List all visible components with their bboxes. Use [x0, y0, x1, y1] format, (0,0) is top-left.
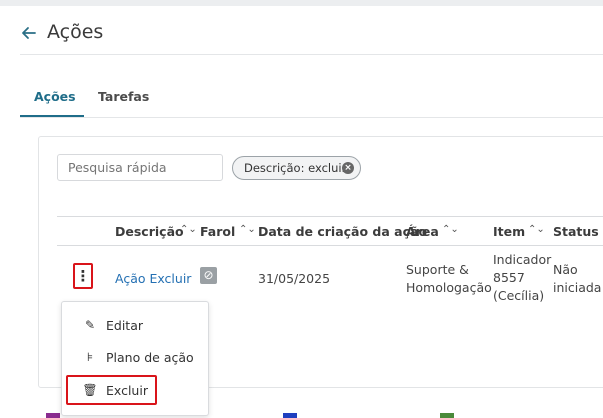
search-input[interactable]	[57, 154, 223, 181]
back-arrow-icon[interactable]	[20, 24, 38, 42]
sort-icon[interactable]: ⌃⌄	[528, 224, 545, 235]
excluir-highlight-box	[66, 375, 157, 405]
row-item-line: (Cecília)	[493, 288, 545, 303]
table-header-bottom-line	[57, 245, 603, 246]
legend-swatch	[440, 413, 454, 418]
filter-chip-label: Descrição: excluir	[244, 161, 347, 175]
row-item: Indicador 8557 (Cecília)	[493, 251, 551, 305]
row-data: 31/05/2025	[258, 271, 331, 286]
row-area: Suporte & Homologação	[406, 261, 492, 297]
legend-swatch	[46, 413, 60, 418]
sort-icon[interactable]: ⌃⌄	[239, 224, 256, 235]
legend-swatch	[283, 413, 297, 418]
tabs-divider	[20, 117, 603, 118]
menu-item-plano-de-acao[interactable]: ⊧ Plano de ação	[82, 347, 194, 367]
sort-icon[interactable]: ⌃⌄	[442, 224, 459, 235]
pencil-icon: ✎	[84, 318, 96, 332]
row-area-line: Homologação	[406, 280, 492, 295]
tab-acoes[interactable]: Ações	[34, 89, 76, 104]
cancel-circle-icon: ⊘	[200, 267, 217, 284]
page: Ações Ações Tarefas Descrição: excluir ×…	[0, 0, 603, 418]
menu-item-label: Plano de ação	[106, 349, 194, 365]
header-divider	[20, 54, 603, 55]
column-header-descricao[interactable]: Descrição	[115, 224, 184, 239]
row-descricao-link[interactable]: Ação Excluir	[115, 270, 191, 288]
column-header-item[interactable]: Item	[493, 224, 525, 239]
tab-tarefas[interactable]: Tarefas	[98, 89, 149, 104]
column-header-area[interactable]: Área	[406, 224, 439, 239]
sort-icon[interactable]: ⌃⌄	[180, 224, 197, 235]
menu-item-editar[interactable]: ✎ Editar	[82, 315, 143, 335]
menu-item-label: Editar	[106, 317, 144, 333]
row-actions-button[interactable]: ⋮	[73, 263, 93, 289]
column-header-data[interactable]: Data de criação da ação	[258, 224, 427, 239]
row-item-line: Indicador	[493, 252, 552, 267]
row-area-line: Suporte &	[406, 262, 469, 277]
row-item-line: 8557	[493, 270, 525, 285]
chip-remove-icon[interactable]: ×	[342, 162, 354, 174]
row-status-line: iniciada	[553, 280, 602, 295]
column-header-farol[interactable]: Farol	[200, 224, 235, 239]
filter-chip[interactable]: Descrição: excluir ×	[232, 156, 361, 180]
plan-icon: ⊧	[86, 350, 94, 364]
row-status: Não iniciada	[553, 261, 601, 297]
column-header-status[interactable]: Status	[553, 224, 599, 239]
more-vertical-icon: ⋮	[75, 266, 91, 285]
row-status-line: Não	[553, 262, 578, 277]
page-title: Ações	[47, 21, 104, 43]
table-header-top-line	[57, 216, 603, 217]
